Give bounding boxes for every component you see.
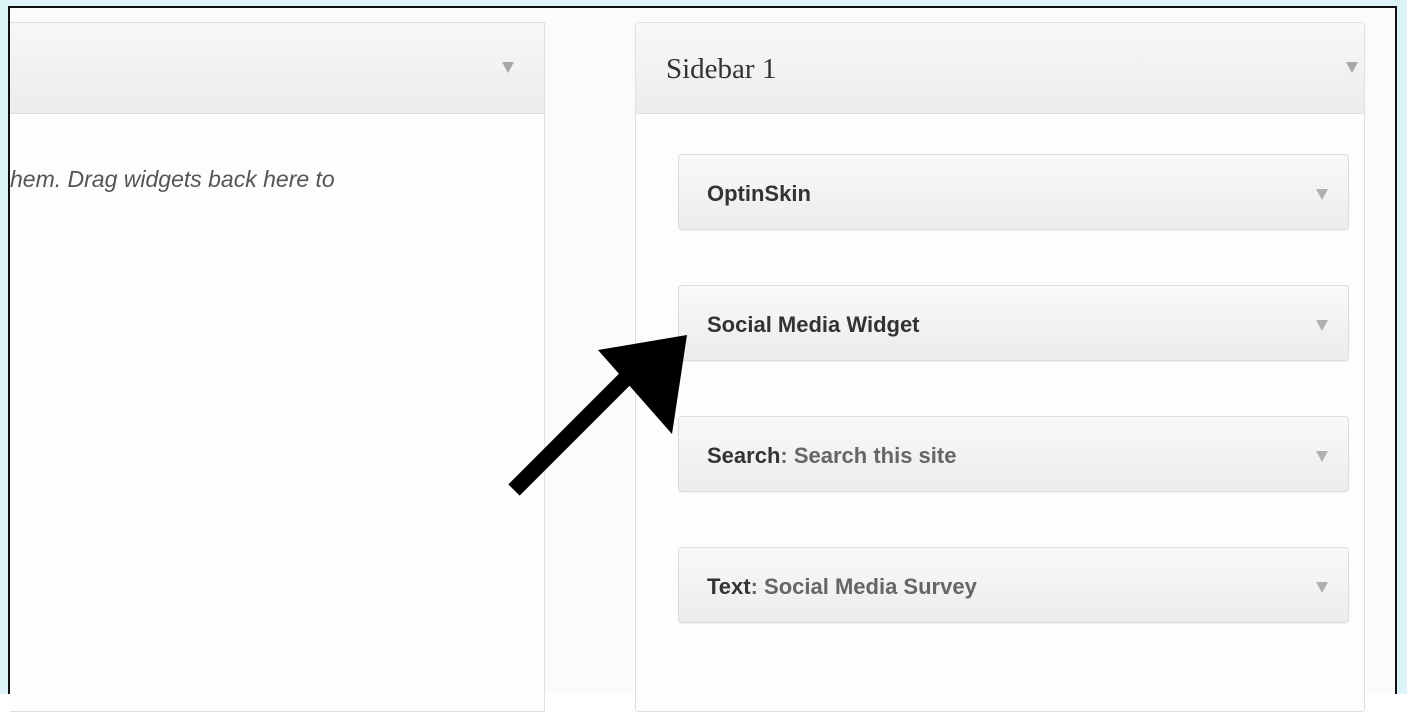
widget-social-media[interactable]: Social Media Widget xyxy=(678,285,1349,361)
widget-name: Search xyxy=(707,443,781,468)
widget-title: Social Media Widget xyxy=(707,312,920,338)
sidebar-1-panel: Sidebar 1 OptinSkin Social Media Widget … xyxy=(635,22,1365,712)
triangle-down-icon[interactable] xyxy=(1316,582,1328,593)
triangle-down-icon[interactable] xyxy=(502,62,514,73)
triangle-down-icon[interactable] xyxy=(1316,451,1328,462)
inactive-widgets-header[interactable] xyxy=(10,23,544,114)
inactive-widgets-description: hem. Drag widgets back here to xyxy=(10,166,335,192)
widget-name: Social Media Widget xyxy=(707,312,920,337)
widget-instance-title: : Social Media Survey xyxy=(750,574,977,599)
sidebar-title: Sidebar 1 xyxy=(666,53,777,85)
widget-title: Text: Social Media Survey xyxy=(707,574,977,600)
black-arrow-icon xyxy=(508,335,687,496)
widget-name: OptinSkin xyxy=(707,181,811,206)
triangle-down-icon[interactable] xyxy=(1316,320,1328,331)
widget-instance-title: : Search this site xyxy=(780,443,957,468)
screenshot-frame-right xyxy=(1395,6,1407,694)
widget-text[interactable]: Text: Social Media Survey xyxy=(678,547,1349,623)
screenshot-frame-top xyxy=(0,0,1407,8)
widget-name: Text xyxy=(707,574,751,599)
inactive-widgets-panel: hem. Drag widgets back here to xyxy=(10,22,545,712)
widget-optinskin[interactable]: OptinSkin xyxy=(678,154,1349,230)
widget-title: Search: Search this site xyxy=(707,443,956,469)
widget-title: OptinSkin xyxy=(707,181,811,207)
sidebar-1-header[interactable]: Sidebar 1 xyxy=(636,23,1364,114)
widget-search[interactable]: Search: Search this site xyxy=(678,416,1349,492)
triangle-down-icon[interactable] xyxy=(1346,62,1358,73)
triangle-down-icon[interactable] xyxy=(1316,189,1328,200)
screenshot-frame-left xyxy=(0,6,10,694)
